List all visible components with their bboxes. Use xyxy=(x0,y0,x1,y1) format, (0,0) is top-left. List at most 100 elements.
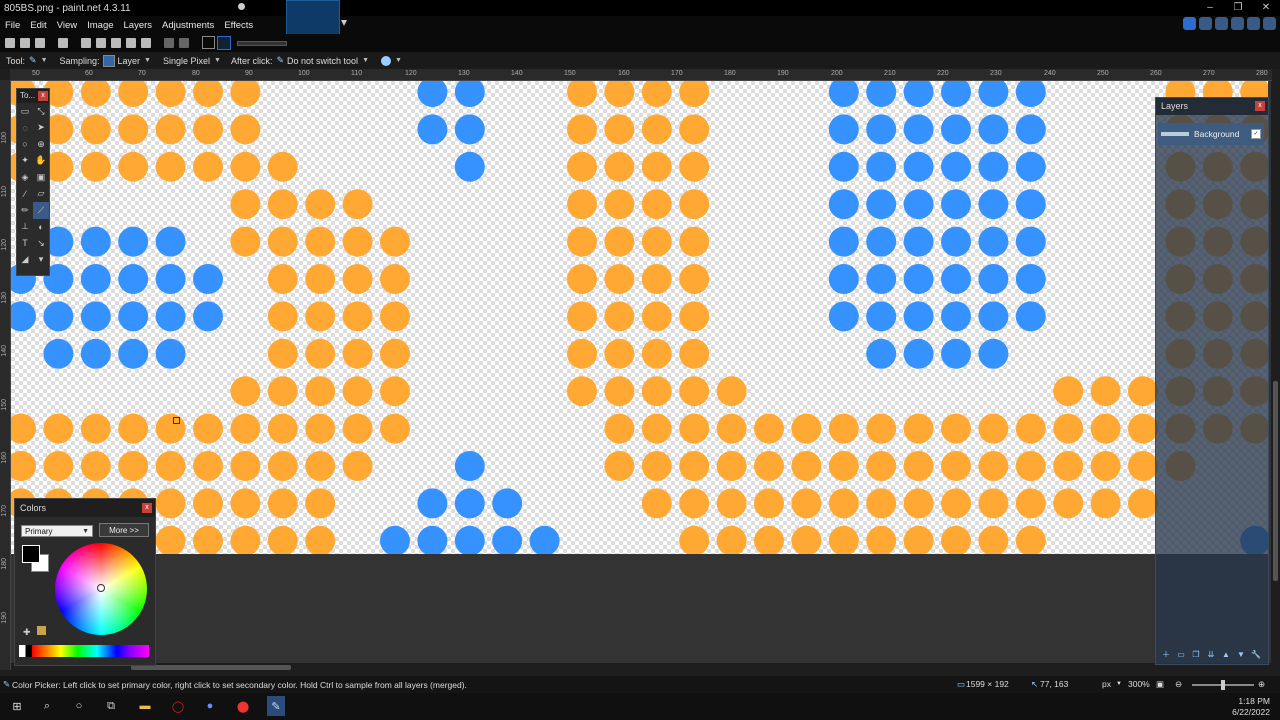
ellipse-select-icon[interactable]: ○ xyxy=(17,136,33,153)
horizontal-scrollbar[interactable] xyxy=(11,663,1271,672)
move-selection-icon[interactable]: ➤ xyxy=(33,120,49,137)
layers-panel-close-button[interactable]: x xyxy=(1255,101,1265,111)
eraser-icon[interactable]: ▱ xyxy=(33,186,49,203)
zoom-fit-icon[interactable]: ▣ xyxy=(1156,679,1164,690)
zoom-in-icon[interactable]: ⊕ xyxy=(1258,679,1265,690)
layers-panel-header[interactable]: Layers x xyxy=(1156,98,1268,115)
menu-adjustments[interactable]: Adjustments xyxy=(157,20,219,31)
after-click-dropdown-icon[interactable]: ▼ xyxy=(362,57,369,64)
units-select[interactable]: px xyxy=(1102,679,1111,689)
paint-bucket-icon[interactable]: ◈ xyxy=(17,169,33,186)
colors-toggle-icon[interactable] xyxy=(1231,17,1244,30)
menu-edit[interactable]: Edit xyxy=(25,20,51,31)
move-layer-up-icon[interactable]: ▲ xyxy=(1220,649,1232,660)
antialias-dropdown-icon[interactable]: ▼ xyxy=(395,57,402,64)
help-icon[interactable] xyxy=(1263,17,1276,30)
antialias-icon[interactable] xyxy=(381,55,391,66)
merge-layer-icon[interactable]: ⇊ xyxy=(1205,649,1217,660)
record-icon[interactable]: ⬤ xyxy=(236,699,250,713)
line-curve-icon[interactable]: ↘ xyxy=(33,235,49,252)
colors-panel-header[interactable]: Colors x xyxy=(15,499,155,517)
cut-icon[interactable] xyxy=(81,38,91,48)
move-selected-icon[interactable]: ⤡ xyxy=(33,103,49,120)
pan-icon[interactable]: ✋ xyxy=(33,153,49,170)
tool-dropdown-icon[interactable]: ▼ xyxy=(41,57,48,64)
print-icon[interactable] xyxy=(58,38,68,48)
vertical-scroll-thumb[interactable] xyxy=(1273,381,1278,581)
menu-effects[interactable]: Effects xyxy=(219,20,258,31)
menu-view[interactable]: View xyxy=(52,20,82,31)
menu-layers[interactable]: Layers xyxy=(119,20,158,31)
vertical-scrollbar[interactable] xyxy=(1271,81,1280,663)
lasso-select-icon[interactable]: ◌ xyxy=(17,120,33,137)
shapes-dropdown-icon[interactable]: ▾ xyxy=(33,252,49,269)
sampling-dropdown-icon[interactable]: ▼ xyxy=(144,57,151,64)
new-file-icon[interactable] xyxy=(5,38,15,48)
magic-wand-icon[interactable]: ✦ xyxy=(17,153,33,170)
cortana-icon[interactable]: ○ xyxy=(72,699,86,713)
tools-panel-close-button[interactable]: x xyxy=(38,91,48,101)
gradient-icon[interactable]: ▣ xyxy=(33,169,49,186)
settings-icon[interactable] xyxy=(1247,17,1260,30)
redo-icon[interactable] xyxy=(179,38,189,48)
more-colors-button[interactable]: More >> xyxy=(99,523,149,537)
opera-icon[interactable]: ◯ xyxy=(171,699,185,713)
color-wheel[interactable] xyxy=(55,543,147,635)
paint-net-icon[interactable]: ✎ xyxy=(267,696,285,716)
palette-menu-icon[interactable] xyxy=(37,626,46,635)
file-explorer-icon[interactable]: ▬ xyxy=(138,699,152,713)
search-icon[interactable]: ⌕ xyxy=(40,699,54,713)
open-file-icon[interactable] xyxy=(20,38,30,48)
sampling-mode-select[interactable]: Single Pixel xyxy=(163,56,210,66)
image-canvas[interactable] xyxy=(11,81,1268,554)
pencil-icon[interactable]: ✏ xyxy=(17,202,33,219)
menu-file[interactable]: File xyxy=(0,20,25,31)
shapes-icon[interactable]: ◢ xyxy=(17,252,33,269)
recolor-icon[interactable]: ◐ xyxy=(33,219,49,236)
rulers-icon[interactable] xyxy=(217,36,231,50)
zoom-icon[interactable]: ⊕ xyxy=(33,136,49,153)
maximize-button[interactable]: ❐ xyxy=(1224,0,1252,16)
color-picker-tool-icon[interactable]: ✎ xyxy=(29,55,37,66)
start-icon[interactable]: ⊞ xyxy=(10,699,24,713)
zoom-slider-knob[interactable] xyxy=(1221,680,1225,690)
paste-icon[interactable] xyxy=(111,38,121,48)
units-dropdown-icon[interactable]: ▼ xyxy=(1116,681,1122,687)
sampling-layer-select[interactable]: Layer xyxy=(118,56,141,66)
menu-image[interactable]: Image xyxy=(82,20,118,31)
text-icon[interactable]: T xyxy=(17,235,33,252)
copy-icon[interactable] xyxy=(96,38,106,48)
tools-panel-header[interactable]: To... x xyxy=(17,89,49,103)
after-click-select[interactable]: Do not switch tool xyxy=(287,56,358,66)
duplicate-layer-icon[interactable]: ❐ xyxy=(1190,649,1202,660)
color-picker-icon[interactable]: ⟋ xyxy=(33,202,49,219)
layer-properties-icon[interactable]: 🔧 xyxy=(1250,649,1262,660)
crop-icon[interactable] xyxy=(126,38,136,48)
history-toggle-icon[interactable] xyxy=(1199,17,1212,30)
add-layer-icon[interactable]: ＋ xyxy=(1160,649,1172,660)
color-palette[interactable] xyxy=(19,645,149,657)
colors-panel-close-button[interactable]: x xyxy=(142,503,152,513)
sampling-mode-dropdown-icon[interactable]: ▼ xyxy=(214,57,221,64)
undo-icon[interactable] xyxy=(164,38,174,48)
deselect-icon[interactable] xyxy=(141,38,151,48)
move-layer-down-icon[interactable]: ▼ xyxy=(1235,649,1247,660)
zoom-level[interactable]: 300% xyxy=(1128,679,1150,689)
clone-stamp-icon[interactable]: ⊥ xyxy=(17,219,33,236)
pixel-grid-icon[interactable] xyxy=(202,36,215,49)
layer-visibility-checkbox[interactable]: ✓ xyxy=(1251,129,1261,139)
delete-layer-icon[interactable]: ▭ xyxy=(1175,649,1187,660)
save-icon[interactable] xyxy=(35,38,45,48)
zoom-slider[interactable] xyxy=(1192,680,1254,690)
color-mode-select[interactable]: Primary ▼ xyxy=(21,525,93,537)
rectangle-select-icon[interactable]: ▭ xyxy=(17,103,33,120)
taskbar-clock[interactable]: 1:18 PM 6/22/2022 xyxy=(1232,696,1270,718)
zoom-out-icon[interactable]: ⊖ xyxy=(1175,679,1182,690)
paintbrush-icon[interactable]: ⁄ xyxy=(17,186,33,203)
primary-color-swatch[interactable] xyxy=(22,545,40,563)
layers-toggle-icon[interactable] xyxy=(1215,17,1228,30)
tools-toggle-icon[interactable] xyxy=(1183,17,1196,30)
close-button[interactable]: ✕ xyxy=(1252,0,1280,16)
layer-item-background[interactable]: Background ✓ xyxy=(1158,123,1264,145)
add-palette-color-icon[interactable]: ✚ xyxy=(23,627,31,638)
